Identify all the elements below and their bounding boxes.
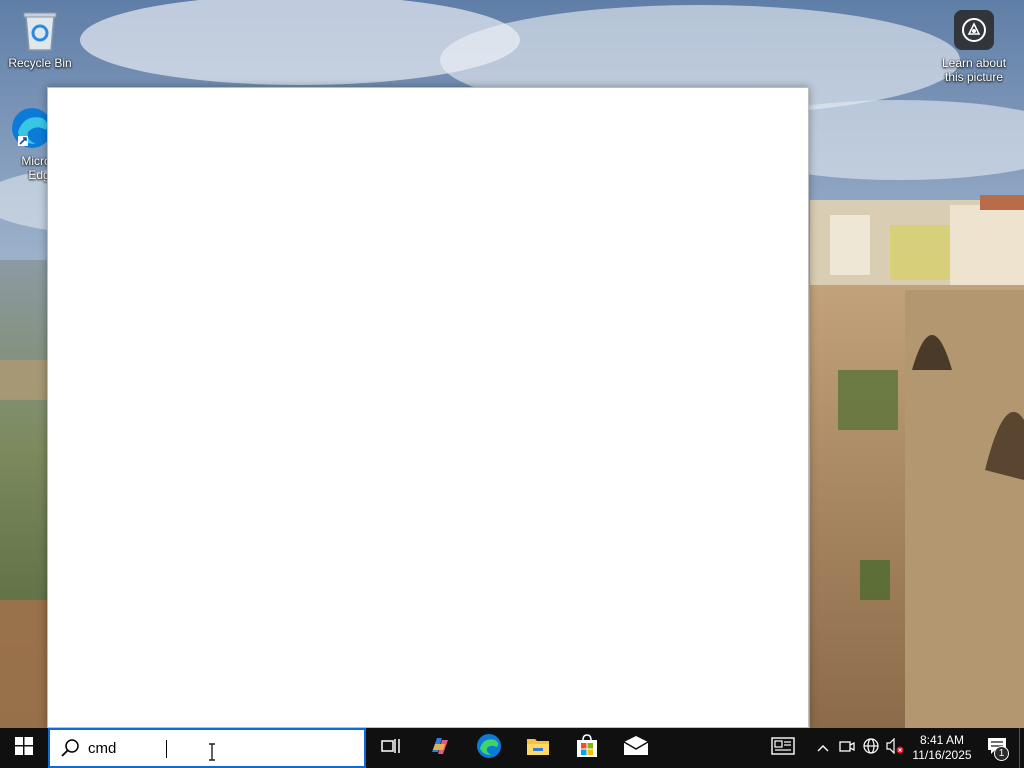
text-caret [166, 740, 167, 758]
taskbar-app-copilot[interactable] [415, 728, 464, 768]
i-beam-cursor-icon [208, 743, 216, 766]
start-button[interactable] [0, 728, 48, 768]
network-icon [863, 737, 879, 759]
search-icon [60, 738, 80, 758]
taskbar-clock[interactable]: 8:41 AM 11/16/2025 [907, 733, 977, 763]
volume-muted-icon [886, 737, 904, 759]
copilot-icon [428, 734, 452, 763]
camera-icon [954, 10, 994, 50]
news-icon [771, 736, 795, 760]
desktop-icon-recycle-bin[interactable]: Recycle Bin [0, 6, 80, 70]
taskbar-app-file-explorer[interactable] [513, 728, 562, 768]
taskbar: 8:41 AM 11/16/2025 1 [0, 728, 1024, 768]
recycle-bin-icon [16, 6, 64, 54]
search-results-flyout[interactable] [47, 87, 809, 728]
edge-icon [476, 733, 502, 764]
chevron-up-icon [817, 739, 829, 757]
taskbar-app-mail[interactable] [611, 728, 660, 768]
show-desktop-button[interactable] [1019, 728, 1024, 768]
store-icon [575, 733, 599, 763]
taskbar-app-edge[interactable] [464, 728, 513, 768]
network-button[interactable] [859, 728, 883, 768]
system-tray: 8:41 AM 11/16/2025 1 [763, 728, 1024, 768]
taskbar-app-store[interactable] [562, 728, 611, 768]
recycle-bin-label: Recycle Bin [8, 56, 72, 70]
clock-time: 8:41 AM [919, 733, 965, 747]
taskbar-search-box[interactable] [48, 728, 366, 768]
mail-icon [623, 735, 649, 761]
show-hidden-icons-button[interactable] [811, 728, 835, 768]
clock-date: 11/16/2025 [912, 748, 972, 762]
task-view-button[interactable] [366, 728, 415, 768]
notification-count-badge: 1 [994, 746, 1009, 761]
search-input[interactable] [88, 739, 288, 757]
notification-center-button[interactable]: 1 [977, 728, 1017, 768]
meet-now-button[interactable] [835, 728, 859, 768]
news-and-interests-button[interactable] [763, 728, 803, 768]
meet-now-icon [839, 739, 855, 758]
windows-logo-icon [15, 736, 33, 760]
folder-icon [526, 735, 550, 762]
desktop-icon-learn-about-picture[interactable]: Learn about this picture [934, 10, 1014, 84]
volume-button[interactable] [883, 728, 907, 768]
task-view-icon [380, 737, 401, 760]
learn-about-picture-label: Learn about this picture [941, 56, 1007, 84]
